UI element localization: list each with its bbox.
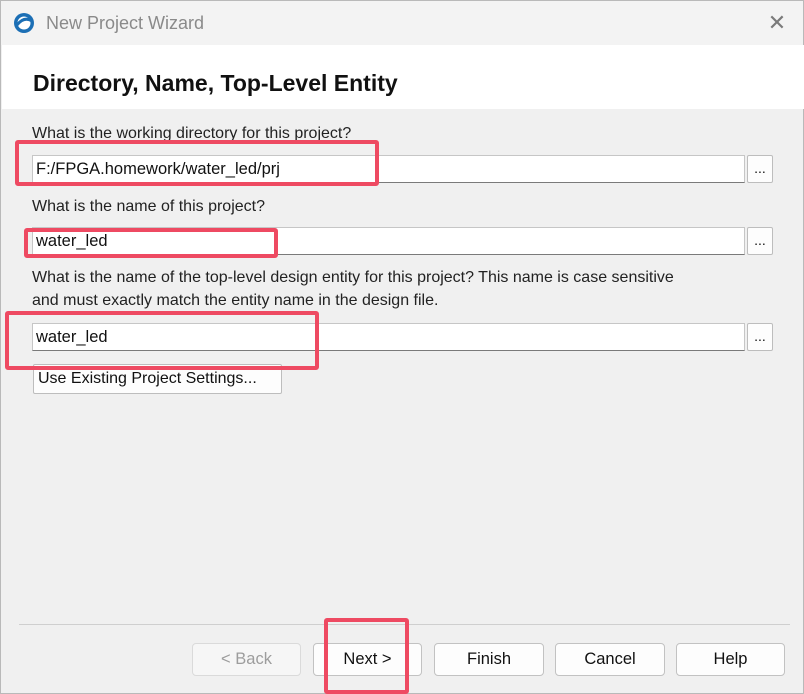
app-logo-icon <box>13 12 35 34</box>
project-name-input[interactable]: water_led <box>32 227 745 255</box>
entity-label-line1: What is the name of the top-level design… <box>32 269 674 286</box>
window-title: New Project Wizard <box>46 13 205 33</box>
finish-button[interactable]: Finish <box>434 643 544 676</box>
next-button[interactable]: Next > <box>313 643 422 676</box>
close-icon[interactable]: ✕ <box>763 9 791 37</box>
help-button[interactable]: Help <box>676 643 785 676</box>
browse-entity-button[interactable]: ... <box>747 323 773 351</box>
directory-label: What is the working directory for this p… <box>32 125 352 142</box>
directory-value: F:/FPGA.homework/water_led/prj <box>36 160 280 178</box>
browse-name-button[interactable]: ... <box>747 227 773 255</box>
header-panel: Directory, Name, Top-Level Entity <box>2 45 804 109</box>
cancel-button[interactable]: Cancel <box>555 643 665 676</box>
browse-directory-button[interactable]: ... <box>747 155 773 183</box>
new-project-wizard-window: New Project Wizard ✕ Directory, Name, To… <box>0 0 804 694</box>
footer-divider <box>19 624 790 625</box>
entity-input[interactable]: water_led <box>32 323 745 351</box>
entity-value: water_led <box>36 328 108 346</box>
page-title: Directory, Name, Top-Level Entity <box>33 70 398 96</box>
use-existing-settings-button[interactable]: Use Existing Project Settings... <box>33 364 282 394</box>
project-name-label: What is the name of this project? <box>32 198 265 215</box>
title-bar: New Project Wizard ✕ <box>1 1 803 45</box>
directory-input[interactable]: F:/FPGA.homework/water_led/prj <box>32 155 745 183</box>
back-button[interactable]: < Back <box>192 643 301 676</box>
project-name-value: water_led <box>36 232 108 250</box>
entity-label-line2: and must exactly match the entity name i… <box>32 292 439 309</box>
